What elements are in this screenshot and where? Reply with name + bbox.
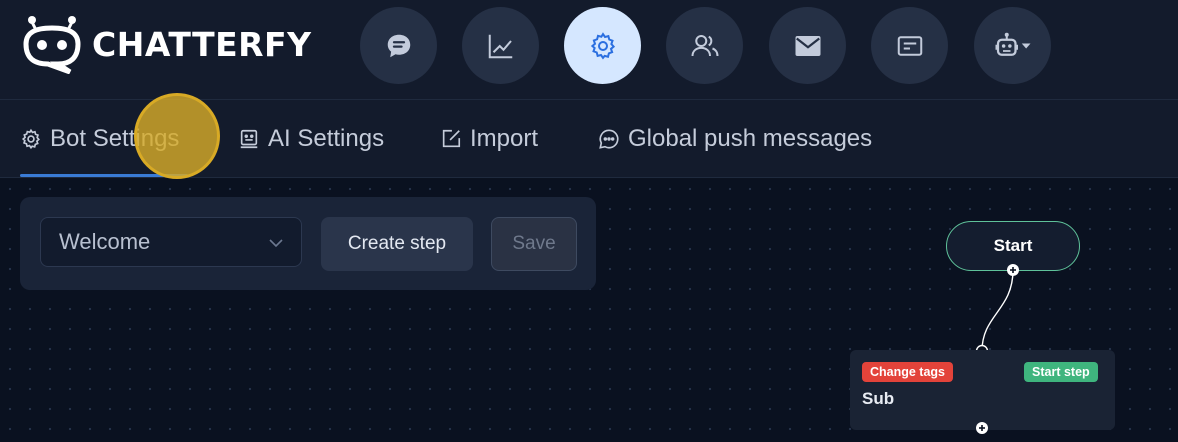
top-header: CHATTERFY — [0, 0, 1178, 100]
flow-select-value: Welcome — [59, 229, 151, 254]
tab-label: AI Settings — [268, 125, 385, 152]
chevron-down-icon — [269, 239, 283, 248]
robot-face-icon — [240, 129, 258, 149]
nav-users-button[interactable] — [666, 7, 743, 84]
nav-mail-button[interactable] — [769, 7, 846, 84]
click-indicator — [134, 93, 220, 179]
nav-chat-button[interactable] — [360, 7, 437, 84]
chat-dots-icon — [599, 129, 619, 149]
tab-label: Import — [470, 125, 539, 152]
message-card-icon — [897, 35, 922, 56]
users-icon — [691, 34, 718, 56]
add-connection-icon[interactable] — [1006, 263, 1020, 277]
start-step-badge: Start step — [1024, 362, 1098, 382]
start-node-label: Start — [993, 236, 1033, 255]
tab-label: Global push messages — [628, 125, 873, 152]
bot-dropdown-icon — [995, 32, 1030, 56]
tab-ai-settings[interactable]: AI Settings — [238, 122, 384, 156]
tab-import[interactable]: Import — [440, 122, 538, 156]
gear-icon — [590, 31, 615, 60]
robot-logo-icon — [23, 16, 81, 74]
nav-bot-menu-button[interactable] — [974, 7, 1051, 84]
chat-bubble-icon — [387, 34, 410, 57]
brand-logo[interactable]: CHATTERFY — [20, 14, 311, 74]
mail-icon — [795, 35, 820, 56]
tab-global-push[interactable]: Global push messages — [598, 122, 872, 156]
nav-settings-button[interactable] — [564, 7, 641, 84]
nav-analytics-button[interactable] — [462, 7, 539, 84]
analytics-chart-icon — [488, 34, 512, 58]
add-connection-icon[interactable] — [975, 421, 989, 435]
create-step-button[interactable]: Create step — [321, 217, 473, 271]
brand-name: CHATTERFY — [92, 24, 312, 64]
flow-select[interactable]: Welcome — [40, 217, 302, 267]
change-tags-badge: Change tags — [862, 362, 954, 382]
gear-icon — [21, 128, 40, 150]
edit-square-icon — [442, 129, 461, 148]
nav-messages-button[interactable] — [871, 7, 948, 84]
save-button[interactable]: Save — [491, 217, 577, 271]
sub-step-title: Sub — [862, 389, 895, 408]
